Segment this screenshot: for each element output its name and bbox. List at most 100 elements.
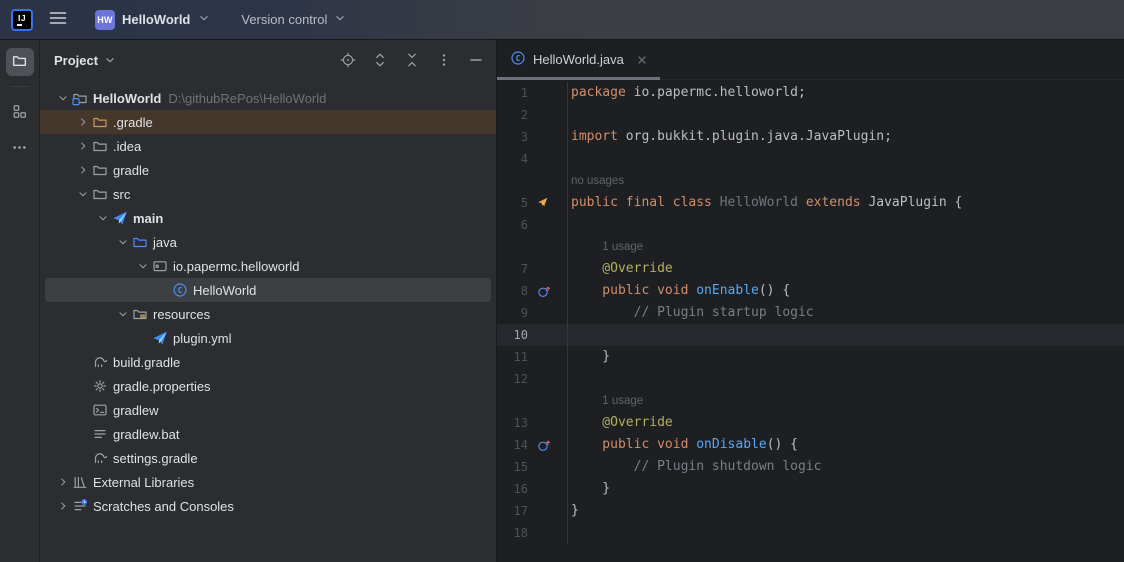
main-menu-button[interactable] <box>43 6 73 34</box>
chevron-down-icon <box>333 11 347 28</box>
tree-row-gradlew[interactable]: gradlew <box>40 398 496 422</box>
chevron-right-icon[interactable] <box>74 163 91 177</box>
code-text: } <box>567 500 1124 522</box>
chevron-right-icon[interactable] <box>54 499 71 513</box>
gutter-spacer <box>528 236 567 258</box>
override-marker-icon[interactable] <box>528 434 567 456</box>
code-inlay-row[interactable]: 1 usage <box>497 390 1124 412</box>
code-line-12[interactable]: 12 <box>497 368 1124 390</box>
tree-row-helloworld[interactable]: CHelloWorld <box>45 278 491 302</box>
tree-row-settings-gradle[interactable]: settings.gradle <box>40 446 496 470</box>
project-panel-header: Project <box>40 40 496 80</box>
code-line-15[interactable]: 15 // Plugin shutdown logic <box>497 456 1124 478</box>
svg-text:C: C <box>177 286 182 295</box>
chevron-down-icon[interactable] <box>114 307 131 321</box>
code-line-18[interactable]: 18 <box>497 522 1124 544</box>
gutter-spacer <box>528 258 567 280</box>
chevron-down-icon[interactable] <box>134 259 151 273</box>
tree-row-src[interactable]: src <box>40 182 496 206</box>
tree-row--gradle[interactable]: .gradle <box>40 110 496 134</box>
chevron-down-icon[interactable] <box>114 235 131 249</box>
close-tab-icon[interactable] <box>634 52 650 68</box>
line-number: 1 <box>497 82 528 104</box>
activity-bar <box>0 40 40 562</box>
gutter-spacer <box>528 104 567 126</box>
code-line-3[interactable]: 3import org.bukkit.plugin.java.JavaPlugi… <box>497 126 1124 148</box>
code-line-2[interactable]: 2 <box>497 104 1124 126</box>
chevron-down-icon[interactable] <box>74 187 91 201</box>
editor-tab-label: HelloWorld.java <box>533 52 624 67</box>
plugin-marker-icon[interactable] <box>528 192 567 214</box>
code-line-13[interactable]: 13 @Override <box>497 412 1124 434</box>
tree-row-helloworld[interactable]: HelloWorldD:\githubRePos\HelloWorld <box>40 86 496 110</box>
folder-icon <box>91 162 108 178</box>
library-icon <box>71 474 88 490</box>
code-inlay-row[interactable]: no usages <box>497 170 1124 192</box>
collapse-all-button[interactable] <box>402 50 422 70</box>
code-line-9[interactable]: 9 // Plugin startup logic <box>497 302 1124 324</box>
tree-row-io-papermc-helloworld[interactable]: io.papermc.helloworld <box>40 254 496 278</box>
code-line-5[interactable]: 5public final class HelloWorld extends J… <box>497 192 1124 214</box>
gutter-spacer <box>528 170 567 192</box>
gutter-spacer <box>528 324 567 346</box>
usages-inlay-hint[interactable]: 1 usage <box>571 390 643 412</box>
line-number: 12 <box>497 368 528 390</box>
editor-tab-helloworld-java[interactable]: C HelloWorld.java <box>497 40 660 79</box>
code-line-11[interactable]: 11 } <box>497 346 1124 368</box>
tree-row-main[interactable]: main <box>40 206 496 230</box>
structure-tool-button[interactable] <box>6 99 34 127</box>
class-icon: C <box>510 50 526 69</box>
tree-row-external-libraries[interactable]: External Libraries <box>40 470 496 494</box>
tree-row-build-gradle[interactable]: build.gradle <box>40 350 496 374</box>
expand-all-button[interactable] <box>370 50 390 70</box>
gutter-spacer <box>528 82 567 104</box>
tree-row-scratches-and-consoles[interactable]: Scratches and Consoles <box>40 494 496 518</box>
project-tool-button[interactable] <box>6 48 34 76</box>
tree-row-gradle-properties[interactable]: gradle.properties <box>40 374 496 398</box>
code-line-14[interactable]: 14 public void onDisable() { <box>497 434 1124 456</box>
activity-bar-separator <box>10 86 30 87</box>
ide-window: IJ HW HelloWorld Version control <box>0 0 1124 562</box>
tree-row-java[interactable]: java <box>40 230 496 254</box>
chevron-down-icon[interactable] <box>54 91 71 105</box>
project-widget[interactable]: HW HelloWorld <box>89 5 217 35</box>
code-line-16[interactable]: 16 } <box>497 478 1124 500</box>
code-line-17[interactable]: 17} <box>497 500 1124 522</box>
override-marker-icon[interactable] <box>528 280 567 302</box>
folder-icon <box>91 138 108 154</box>
code-line-6[interactable]: 6 <box>497 214 1124 236</box>
chevron-right-icon[interactable] <box>74 139 91 153</box>
chevron-down-icon[interactable] <box>103 53 117 67</box>
more-tool-windows-button[interactable] <box>6 135 34 163</box>
gutter-spacer <box>528 368 567 390</box>
code-inlay-row[interactable]: 1 usage <box>497 236 1124 258</box>
tree-row-gradlew-bat[interactable]: gradlew.bat <box>40 422 496 446</box>
code-text: } <box>567 346 1124 368</box>
project-path: D:\githubRePos\HelloWorld <box>168 91 326 106</box>
tree-row-resources[interactable]: resources <box>40 302 496 326</box>
code-text <box>567 522 1124 544</box>
code-text <box>567 104 1124 126</box>
tree-item-label: io.papermc.helloworld <box>173 259 299 274</box>
chevron-down-icon[interactable] <box>94 211 111 225</box>
chevron-right-icon[interactable] <box>74 115 91 129</box>
code-line-8[interactable]: 8 public void onEnable() { <box>497 280 1124 302</box>
hide-panel-button[interactable] <box>466 50 486 70</box>
usages-inlay-hint[interactable]: 1 usage <box>571 236 643 258</box>
line-number: 10 <box>497 324 528 346</box>
vcs-widget[interactable]: Version control <box>235 5 353 35</box>
code-editor[interactable]: 1package io.papermc.helloworld;23import … <box>497 80 1124 562</box>
locate-file-button[interactable] <box>338 50 358 70</box>
code-line-1[interactable]: 1package io.papermc.helloworld; <box>497 82 1124 104</box>
code-line-7[interactable]: 7 @Override <box>497 258 1124 280</box>
tree-row-plugin-yml[interactable]: plugin.yml <box>40 326 496 350</box>
folder-icon <box>11 52 28 72</box>
project-panel-title[interactable]: Project <box>54 53 98 68</box>
code-line-4[interactable]: 4 <box>497 148 1124 170</box>
options-kebab-button[interactable] <box>434 50 454 70</box>
tree-row-gradle[interactable]: gradle <box>40 158 496 182</box>
tree-row--idea[interactable]: .idea <box>40 134 496 158</box>
code-line-10[interactable]: 10 <box>497 324 1124 346</box>
usages-inlay-hint[interactable]: no usages <box>571 170 624 192</box>
chevron-right-icon[interactable] <box>54 475 71 489</box>
